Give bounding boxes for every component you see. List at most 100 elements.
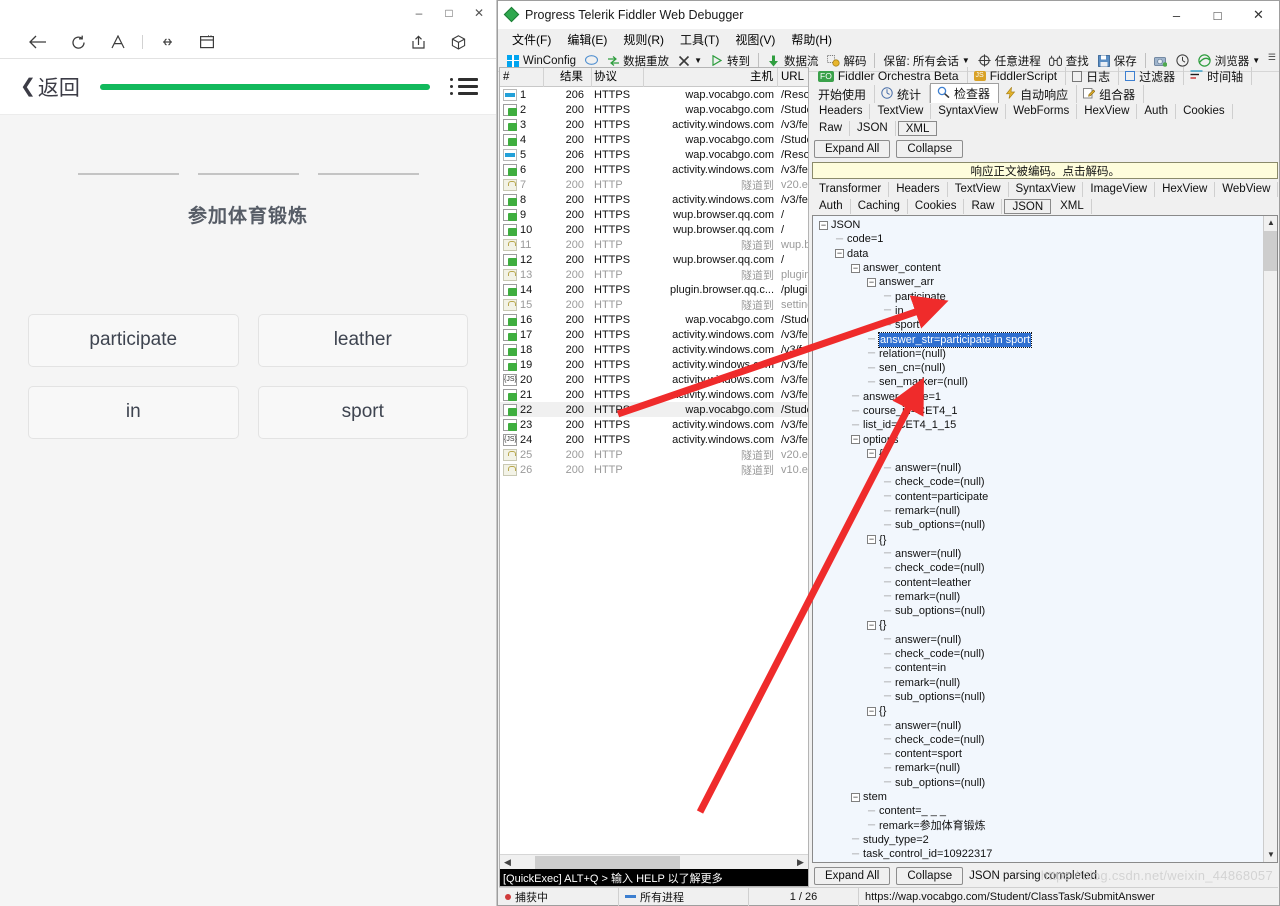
json-tree-node[interactable]: ─ study_type=2: [813, 833, 1263, 847]
menu-view[interactable]: 视图(V): [727, 30, 783, 49]
session-row[interactable]: 13 200 HTTP 隧道到 plugin.browser.qq.cor: [500, 267, 808, 282]
response-collapse-button[interactable]: Collapse: [896, 867, 964, 885]
tree-collapse-toggle-icon[interactable]: −: [867, 535, 877, 545]
json-tree-node[interactable]: ─ answer=(null): [813, 461, 1263, 475]
tab-inspectors[interactable]: 检查器: [930, 83, 1000, 103]
json-tree-node[interactable]: − options: [813, 432, 1263, 446]
tree-collapse-toggle-icon[interactable]: −: [851, 435, 861, 445]
json-tree-node[interactable]: ─ content=sport: [813, 747, 1263, 761]
menu-file[interactable]: 文件(F): [504, 30, 559, 49]
tree-collapse-toggle-icon[interactable]: −: [835, 249, 845, 259]
session-row[interactable]: 16 200 HTTPS wap.vocabgo.com/Student/ClassT…: [500, 312, 808, 327]
subtab-syntaxview[interactable]: SyntaxView: [1009, 182, 1084, 197]
request-expand-all-button[interactable]: Expand All: [814, 140, 891, 158]
tree-collapse-toggle-icon[interactable]: −: [819, 220, 829, 230]
tree-collapse-toggle-icon[interactable]: −: [867, 620, 877, 630]
session-row[interactable]: 5 206 HTTPS wap.vocabgo.com/Resource/UnitAu…: [500, 147, 808, 162]
session-row[interactable]: 18 200 HTTPS activity.windows.com/v3/feeds/…: [500, 342, 808, 357]
json-tree-node[interactable]: ─ sen_cn=(null): [813, 361, 1263, 375]
json-tree-node[interactable]: −{}: [813, 447, 1263, 461]
session-row[interactable]: 26 200 HTTP 隧道到 v10.events.data.micr: [500, 462, 808, 477]
scroll-up-icon[interactable]: ▲: [1264, 216, 1277, 230]
font-size-icon[interactable]: [98, 26, 138, 59]
json-tree-node[interactable]: − answer_arr: [813, 275, 1263, 289]
tree-collapse-toggle-icon[interactable]: −: [867, 277, 877, 287]
close-icon[interactable]: ✕: [464, 1, 494, 25]
json-tree-node[interactable]: ─ participate: [813, 289, 1263, 303]
session-row[interactable]: 15 200 HTTP 隧道到 settings-win.data.micr: [500, 297, 808, 312]
json-tree-node[interactable]: ─ sub_options=(null): [813, 776, 1263, 790]
json-tree-node[interactable]: ─ check_code=(null): [813, 475, 1263, 489]
json-tree-node[interactable]: ─ remark=参加体育锻炼: [813, 818, 1263, 832]
session-row[interactable]: 21 200 HTTPS activity.windows.com/v3/feeds/…: [500, 387, 808, 402]
json-tree-node[interactable]: ─ task_control_id=10922317: [813, 847, 1263, 861]
tab-filters[interactable]: 过滤器: [1119, 67, 1185, 85]
json-tree-node[interactable]: ─ answer=(null): [813, 633, 1263, 647]
option-button-sport[interactable]: sport: [257, 385, 468, 439]
json-tree-node[interactable]: ─ sport: [813, 318, 1263, 332]
subtab-textview[interactable]: TextView: [948, 182, 1009, 197]
json-tree-node[interactable]: − JSON: [813, 218, 1263, 232]
json-tree-node[interactable]: −{}: [813, 533, 1263, 547]
subtab-xml[interactable]: XML: [1053, 199, 1092, 214]
subtab-transformer[interactable]: Transformer: [812, 182, 890, 197]
json-tree-node[interactable]: ─ answer_state=1: [813, 390, 1263, 404]
json-tree-node[interactable]: ─ content=leather: [813, 575, 1263, 589]
subtab-cookies[interactable]: Cookies: [1176, 104, 1233, 119]
close-icon[interactable]: ✕: [1238, 1, 1279, 29]
chevron-down-icon[interactable]: ▼: [962, 56, 970, 65]
subtab-imageview[interactable]: ImageView: [1083, 182, 1156, 197]
json-tree-vertical-scrollbar[interactable]: ▲ ▼: [1263, 216, 1278, 862]
subtab-headers[interactable]: Headers: [889, 182, 948, 197]
reload-icon[interactable]: [58, 26, 98, 59]
json-tree-node[interactable]: −{}: [813, 704, 1263, 718]
scrollbar-thumb[interactable]: [1264, 231, 1278, 271]
scroll-right-icon[interactable]: ▶: [793, 854, 809, 870]
tab-statistics[interactable]: 统计: [875, 85, 931, 103]
session-row[interactable]: 11 200 HTTP 隧道到 wup.browser.qq.com:: [500, 237, 808, 252]
json-tree-node[interactable]: ─ answer=(null): [813, 718, 1263, 732]
status-capturing[interactable]: 捕获中: [499, 887, 619, 906]
json-tree-node[interactable]: ─ relation=(null): [813, 347, 1263, 361]
session-row[interactable]: 4 200 HTTPS wap.vocabgo.com/Student/ClassTa…: [500, 132, 808, 147]
session-row[interactable]: 7 200 HTTP 隧道到 v20.events.data.micr: [500, 177, 808, 192]
maximize-icon[interactable]: □: [434, 1, 464, 25]
json-tree-node[interactable]: − data: [813, 247, 1263, 261]
json-tree-node[interactable]: ─ check_code=(null): [813, 561, 1263, 575]
back-arrow-icon[interactable]: [18, 26, 58, 59]
scrollbar-track[interactable]: [515, 854, 794, 870]
json-tree-node[interactable]: ─ sub_options=(null): [813, 604, 1263, 618]
subtab-xml[interactable]: XML: [897, 121, 938, 136]
session-row[interactable]: 1 206 HTTPS wap.vocabgo.com/Resource/UnitAu…: [500, 87, 808, 102]
option-button-in[interactable]: in: [28, 385, 239, 439]
session-row[interactable]: 8 200 HTTPS activity.windows.com/v3/feeds/m…: [500, 192, 808, 207]
session-row[interactable]: 25 200 HTTP 隧道到 v20.events.data.micr: [500, 447, 808, 462]
minimize-icon[interactable]: –: [404, 1, 434, 25]
column-header-number[interactable]: #: [500, 67, 544, 87]
json-tree-node[interactable]: − answer_content: [813, 261, 1263, 275]
json-tree-node[interactable]: ─ sub_options=(null): [813, 690, 1263, 704]
sessions-horizontal-scrollbar[interactable]: ◀ ▶: [500, 854, 809, 870]
tab-composer[interactable]: 组合器: [1077, 85, 1145, 103]
timer-button[interactable]: [1172, 54, 1194, 68]
subtab-cookies[interactable]: Cookies: [908, 199, 965, 214]
json-tree-node[interactable]: − stem: [813, 790, 1263, 804]
chevron-down-icon[interactable]: ▼: [1252, 56, 1260, 65]
menu-rules[interactable]: 规则(R): [615, 30, 672, 49]
json-tree-node[interactable]: ─ content=participate: [813, 490, 1263, 504]
json-tree-node[interactable]: ─ list_id=CET4_1_15: [813, 418, 1263, 432]
session-row[interactable]: 9 200 HTTPS wup.browser.qq.com /: [500, 207, 808, 222]
subtab-hexview[interactable]: HexView: [1155, 182, 1216, 197]
subtab-raw[interactable]: Raw: [964, 199, 1003, 214]
json-tree-node[interactable]: ─ content=_ _ _: [813, 804, 1263, 818]
session-row[interactable]: 17 200 HTTPS activity.windows.com/v3/feeds/…: [500, 327, 808, 342]
json-tree-node[interactable]: ─ check_code=(null): [813, 647, 1263, 661]
session-row[interactable]: 10 200 HTTPS wup.browser.qq.com /: [500, 222, 808, 237]
subtab-webforms[interactable]: WebForms: [1006, 104, 1078, 119]
package-icon[interactable]: [438, 26, 478, 59]
subtab-caching[interactable]: Caching: [851, 199, 908, 214]
back-button[interactable]: ❮ 返回: [20, 72, 80, 102]
minimize-icon[interactable]: –: [1156, 1, 1197, 29]
clear-button[interactable]: ▼: [673, 54, 706, 68]
json-tree-node[interactable]: ─ answer=(null): [813, 547, 1263, 561]
